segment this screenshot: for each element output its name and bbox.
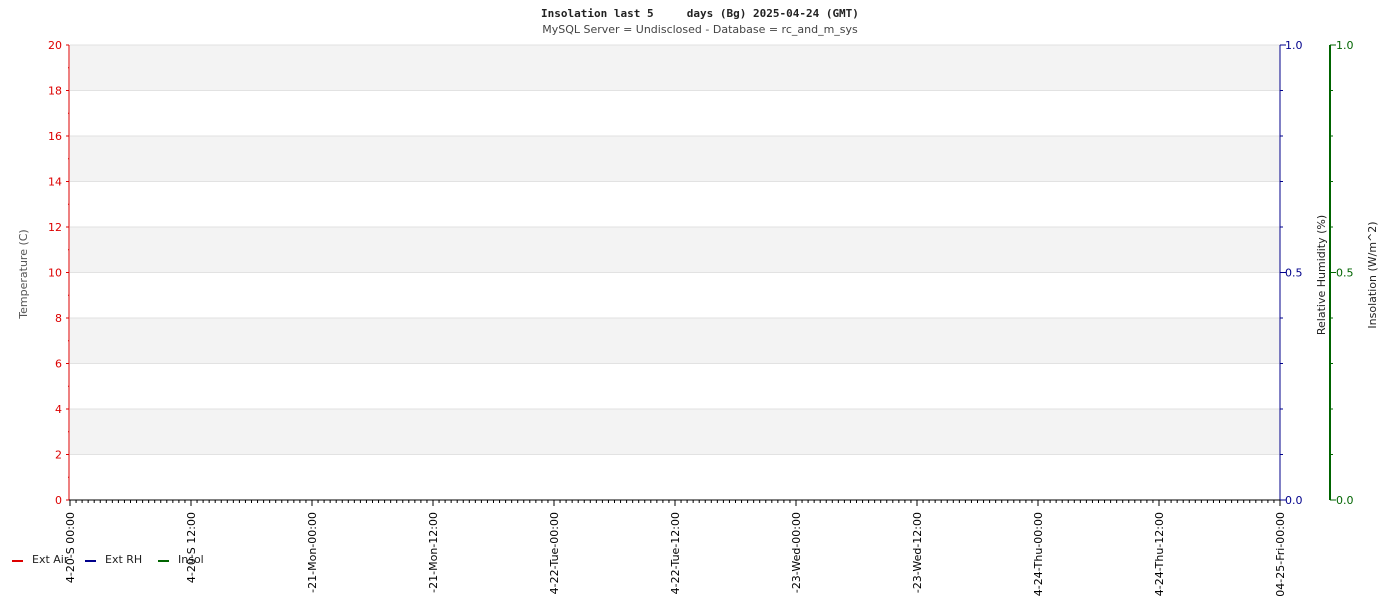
time-tick-label: -23-Wed-12:00 bbox=[911, 512, 924, 593]
insolation-chart: Insolation last 5 days (Bg) 2025-04-24 (… bbox=[12, 7, 1379, 597]
insolation-tick-label: 0.5 bbox=[1336, 267, 1354, 280]
plot-band bbox=[70, 45, 1280, 91]
temperature-tick-label: 0 bbox=[55, 494, 62, 507]
legend-label: Ext RH bbox=[105, 553, 142, 566]
legend-item: Insol bbox=[158, 553, 204, 566]
time-axis: 4-20-S 00:00 4-20-S 12:00 -21-Mon-00:00 -21… bbox=[64, 499, 1287, 597]
temperature-tick-label: 18 bbox=[48, 85, 62, 98]
temperature-tick-label: 8 bbox=[55, 312, 62, 325]
time-tick-label: -21-Mon-00:00 bbox=[306, 512, 319, 593]
plot-band bbox=[70, 318, 1280, 364]
temperature-tick-label: 10 bbox=[48, 267, 62, 280]
legend: Ext Air Ext RH Insol bbox=[12, 553, 204, 566]
time-tick-label: 4-20-S 12:00 bbox=[185, 512, 198, 583]
chart-title: Insolation last 5 days (Bg) 2025-04-24 (… bbox=[541, 7, 859, 20]
plot-band bbox=[70, 136, 1280, 182]
temperature-tick-label: 16 bbox=[48, 130, 62, 143]
legend-label: Ext Air bbox=[32, 553, 69, 566]
temperature-tick-label: 4 bbox=[55, 403, 62, 416]
temperature-tick-label: 14 bbox=[48, 176, 62, 189]
humidity-tick-label: 1.0 bbox=[1285, 39, 1303, 52]
plot-band bbox=[70, 409, 1280, 455]
time-tick-label: 4-22-Tue-12:00 bbox=[669, 512, 682, 594]
legend-item: Ext RH bbox=[85, 553, 142, 566]
insolation-axis-label: Insolation (W/m^2) bbox=[1366, 221, 1379, 328]
temperature-axis: 0 2 4 6 8 10 12 14 16 18 20 bbox=[48, 39, 70, 507]
chart-subtitle: MySQL Server = Undisclosed - Database = … bbox=[542, 23, 858, 36]
legend-item: Ext Air bbox=[12, 553, 69, 566]
temperature-tick-label: 6 bbox=[55, 358, 62, 371]
time-tick-label: 4-22-Tue-00:00 bbox=[548, 512, 561, 594]
time-tick-label: 4-20-S 00:00 bbox=[64, 512, 77, 583]
legend-label: Insol bbox=[178, 553, 204, 566]
insolation-axis: 0.0 0.5 1.0 bbox=[1329, 39, 1354, 507]
time-tick-label: 4-24-Thu-12:00 bbox=[1153, 512, 1166, 596]
temperature-tick-label: 2 bbox=[55, 449, 62, 462]
temperature-axis-label: Temperature (C) bbox=[17, 229, 30, 319]
temperature-tick-label: 12 bbox=[48, 221, 62, 234]
time-tick-label: -23-Wed-00:00 bbox=[790, 512, 803, 593]
insolation-tick-label: 1.0 bbox=[1336, 39, 1354, 52]
humidity-tick-label: 0.0 bbox=[1285, 494, 1303, 507]
humidity-axis-label: Relative Humidity (%) bbox=[1315, 215, 1328, 335]
temperature-tick-label: 20 bbox=[48, 39, 62, 52]
humidity-tick-label: 0.5 bbox=[1285, 267, 1303, 280]
time-tick-label: 4-24-Thu-00:00 bbox=[1032, 512, 1045, 596]
humidity-axis: 0.0 0.5 1.0 bbox=[1279, 39, 1303, 507]
plot-band bbox=[70, 227, 1280, 273]
time-tick-label: -21-Mon-12:00 bbox=[427, 512, 440, 593]
insolation-tick-label: 0.0 bbox=[1336, 494, 1354, 507]
time-tick-label: 04-25-Fri-00:00 bbox=[1274, 512, 1287, 597]
